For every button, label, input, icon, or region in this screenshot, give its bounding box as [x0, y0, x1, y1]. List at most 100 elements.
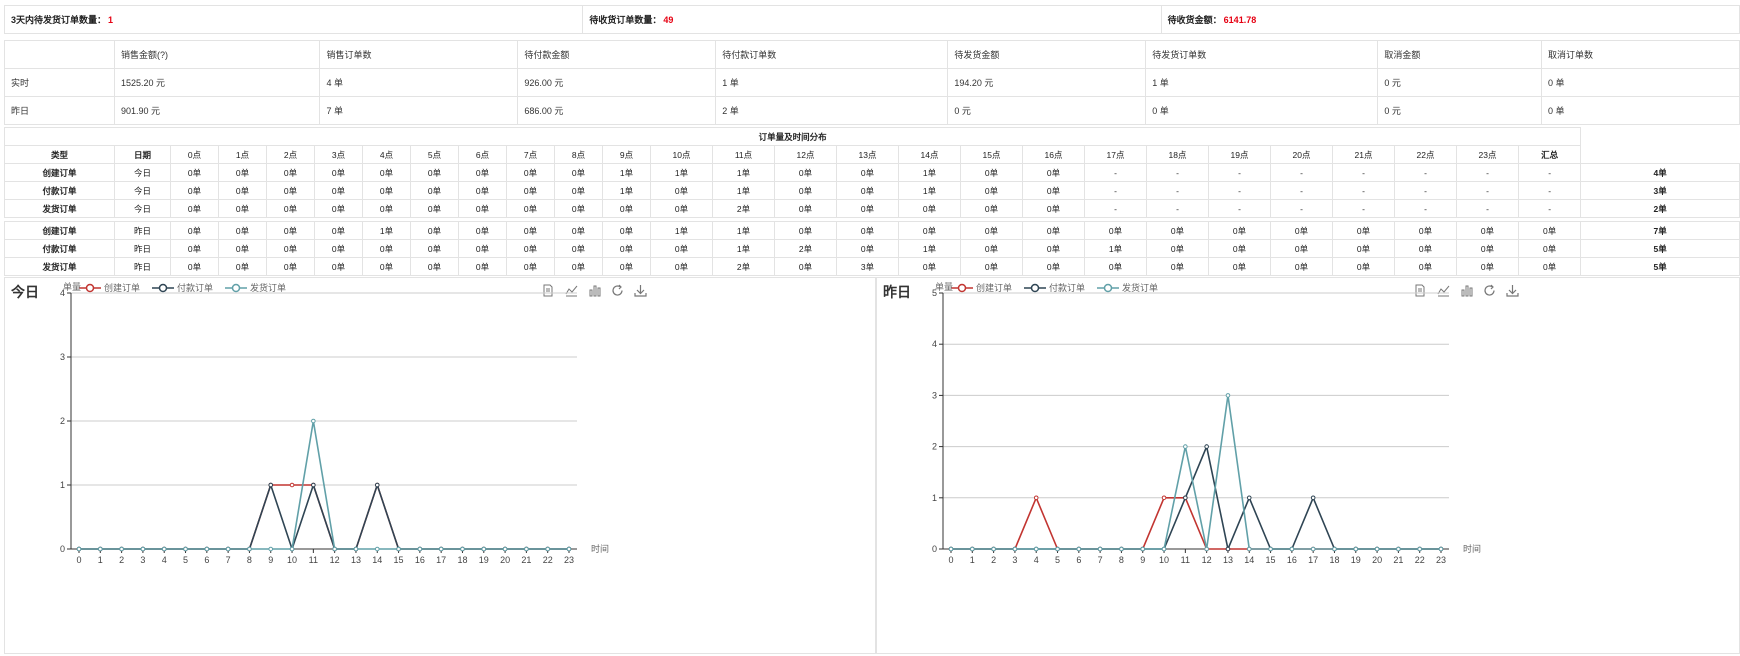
data-point — [268, 482, 274, 488]
distribution-hour-cell: - — [1394, 163, 1457, 182]
distribution-hour-cell: 0单 — [314, 257, 363, 276]
y-tick-label: 0 — [932, 544, 937, 554]
x-tick-label: 9 — [268, 555, 273, 565]
distribution-hour-cell: 0单 — [554, 199, 603, 218]
distribution-hour-cell: 1单 — [898, 181, 961, 200]
data-point — [119, 546, 124, 552]
x-tick-label: 15 — [1266, 555, 1276, 565]
distribution-hour-cell: - — [1332, 163, 1395, 182]
distribution-header-cell: 10点 — [650, 145, 713, 164]
distribution-hour-cell: 0单 — [554, 239, 603, 258]
distribution-hour-cell: 0单 — [1332, 239, 1395, 258]
distribution-header-cell: 2点 — [266, 145, 315, 164]
distribution-hour-cell: 0单 — [1456, 257, 1519, 276]
x-tick-label: 17 — [1308, 555, 1318, 565]
distribution-hour-cell: 0单 — [1332, 257, 1395, 276]
distribution-hour-cell: 0单 — [266, 257, 315, 276]
distribution-hour-cell: 0单 — [218, 163, 267, 182]
distribution-hour-cell: 0单 — [960, 199, 1023, 218]
distribution-header-cell: 15点 — [960, 145, 1023, 164]
data-point — [1417, 546, 1422, 552]
data-point — [438, 546, 444, 552]
distribution-hour-cell: - — [1456, 163, 1519, 182]
distribution-hour-cell: 1单 — [1084, 239, 1147, 258]
x-tick-label: 18 — [457, 555, 467, 565]
distribution-hour-cell: 0单 — [314, 163, 363, 182]
x-tick-label: 1 — [970, 555, 975, 565]
y-tick-label: 2 — [60, 416, 65, 426]
data-point — [204, 546, 210, 552]
sales-table: 销售金额(?) 销售订单数 待付款金额 待付款订单数 待发货金额 待发货订单数 取消金额 取消… — [4, 40, 1740, 125]
x-tick-label: 13 — [1223, 555, 1233, 565]
sales-cell: 0 元 — [1377, 96, 1543, 125]
distribution-hour-cell: 0单 — [1517, 257, 1582, 276]
data-point — [1204, 546, 1209, 552]
x-tick-label: 4 — [1034, 555, 1039, 565]
distribution-hour-cell: 1单 — [898, 163, 961, 182]
x-tick-label: 7 — [226, 555, 231, 565]
sales-header-cell: 销售订单数 — [319, 40, 519, 69]
y-tick-label: 1 — [932, 493, 937, 503]
distribution-header-row: 类型 日期 0点 1点 2点 3点 4点 5点 6点 7点 8点 9点 10点 11点 12点 13点 14点 1… — [4, 145, 1740, 164]
distribution-row: 创建订单 昨日 0单 0单 0单 0单 1单 0单 0单 0单 0单 0单 1单 1单 0单 0单 0单 0单 0单… — [4, 221, 1740, 240]
distribution-type-cell: 发货订单 — [4, 257, 115, 276]
distribution-hour-cell: 0单 — [314, 221, 363, 240]
distribution-header-cell: 16点 — [1022, 145, 1085, 164]
sales-header-cell: 取消金额 — [1377, 40, 1543, 69]
distribution-hour-cell: 0单 — [314, 181, 363, 200]
today-line-chart: 单量012340 1 2 3 4 5 6 7 8 9 10 11 12 13 14 15 16 17 18 19 20 2… — [60, 281, 609, 565]
distribution-hour-cell: 0单 — [266, 221, 315, 240]
distribution-hour-cell: 0单 — [362, 181, 411, 200]
distribution-hour-cell: 0单 — [1146, 257, 1209, 276]
data-point — [1310, 495, 1316, 501]
x-tick-label: 23 — [1436, 555, 1446, 565]
distribution-header-cell: 3点 — [314, 145, 363, 164]
distribution-header-cell: 13点 — [836, 145, 899, 164]
distribution-hour-cell: 0单 — [1022, 181, 1085, 200]
data-point — [98, 546, 103, 552]
sales-row: 昨日 901.90 元7 单 686.00 元2 单0 元0 单0 元0 单 — [4, 96, 1740, 125]
distribution-total-cell: 5单 — [1580, 257, 1740, 276]
sales-header-cell: 待发货订单数 — [1145, 40, 1379, 69]
y-axis-label: 单量 — [935, 281, 953, 292]
data-point — [481, 546, 487, 552]
sales-cell: 901.90 元 — [113, 96, 321, 125]
distribution-hour-cell: 0单 — [218, 221, 267, 240]
data-point — [1097, 546, 1103, 552]
distribution-hour-cell: 0单 — [650, 257, 713, 276]
distribution-hour-cell: 0单 — [602, 239, 651, 258]
distribution-row: 付款订单 今日 0单 0单 0单 0单 0单 0单 0单 0单 0单 1单 0单 1单 0单 0单 1单 0单 0单… — [4, 181, 1740, 200]
distribution-hour-cell: 0单 — [170, 181, 219, 200]
distribution-row: 发货订单 昨日 0单 0单 0单 0单 0单 0单 0单 0单 0单 0单 0单 2单 0单 3单 0单 0单 0单… — [4, 257, 1740, 276]
distribution-hour-cell: 0单 — [218, 257, 267, 276]
distribution-row: 付款订单 昨日 0单 0单 0单 0单 0单 0单 0单 0单 0单 0单 0单 1单 2单 0单 1单 0单 0单… — [4, 239, 1740, 258]
distribution-hour-cell: 0单 — [554, 257, 603, 276]
sales-cell: 0 元 — [947, 96, 1147, 125]
x-tick-label: 10 — [287, 555, 297, 565]
distribution-hour-cell: 0单 — [960, 221, 1023, 240]
distribution-hour-cell: 0单 — [554, 221, 603, 240]
x-tick-label: 6 — [1076, 555, 1081, 565]
distribution-hour-cell: 0单 — [650, 181, 713, 200]
y-tick-label: 3 — [60, 352, 65, 362]
x-tick-label: 17 — [436, 555, 446, 565]
x-tick-label: 8 — [1119, 555, 1124, 565]
data-point — [1119, 546, 1124, 552]
data-point — [545, 546, 550, 552]
distribution-hour-cell: 0单 — [1022, 239, 1085, 258]
x-tick-label: 11 — [309, 555, 318, 565]
x-tick-label: 2 — [119, 555, 124, 565]
data-point — [332, 546, 337, 552]
distribution-hour-cell: - — [1517, 163, 1582, 182]
distribution-hour-cell: 0单 — [774, 257, 837, 276]
distribution-hour-cell: 0单 — [170, 239, 219, 258]
distribution-hour-cell: 0单 — [218, 181, 267, 200]
sales-cell: 0 元 — [1377, 68, 1543, 97]
sales-header-cell: 待付款订单数 — [715, 40, 949, 69]
distribution-hour-cell: 1单 — [362, 221, 411, 240]
distribution-hour-cell: - — [1146, 181, 1209, 200]
distribution-hour-cell: 0单 — [898, 257, 961, 276]
data-point — [1161, 546, 1167, 552]
distribution-hour-cell: 0单 — [1084, 257, 1147, 276]
distribution-hour-cell: 0单 — [266, 239, 315, 258]
